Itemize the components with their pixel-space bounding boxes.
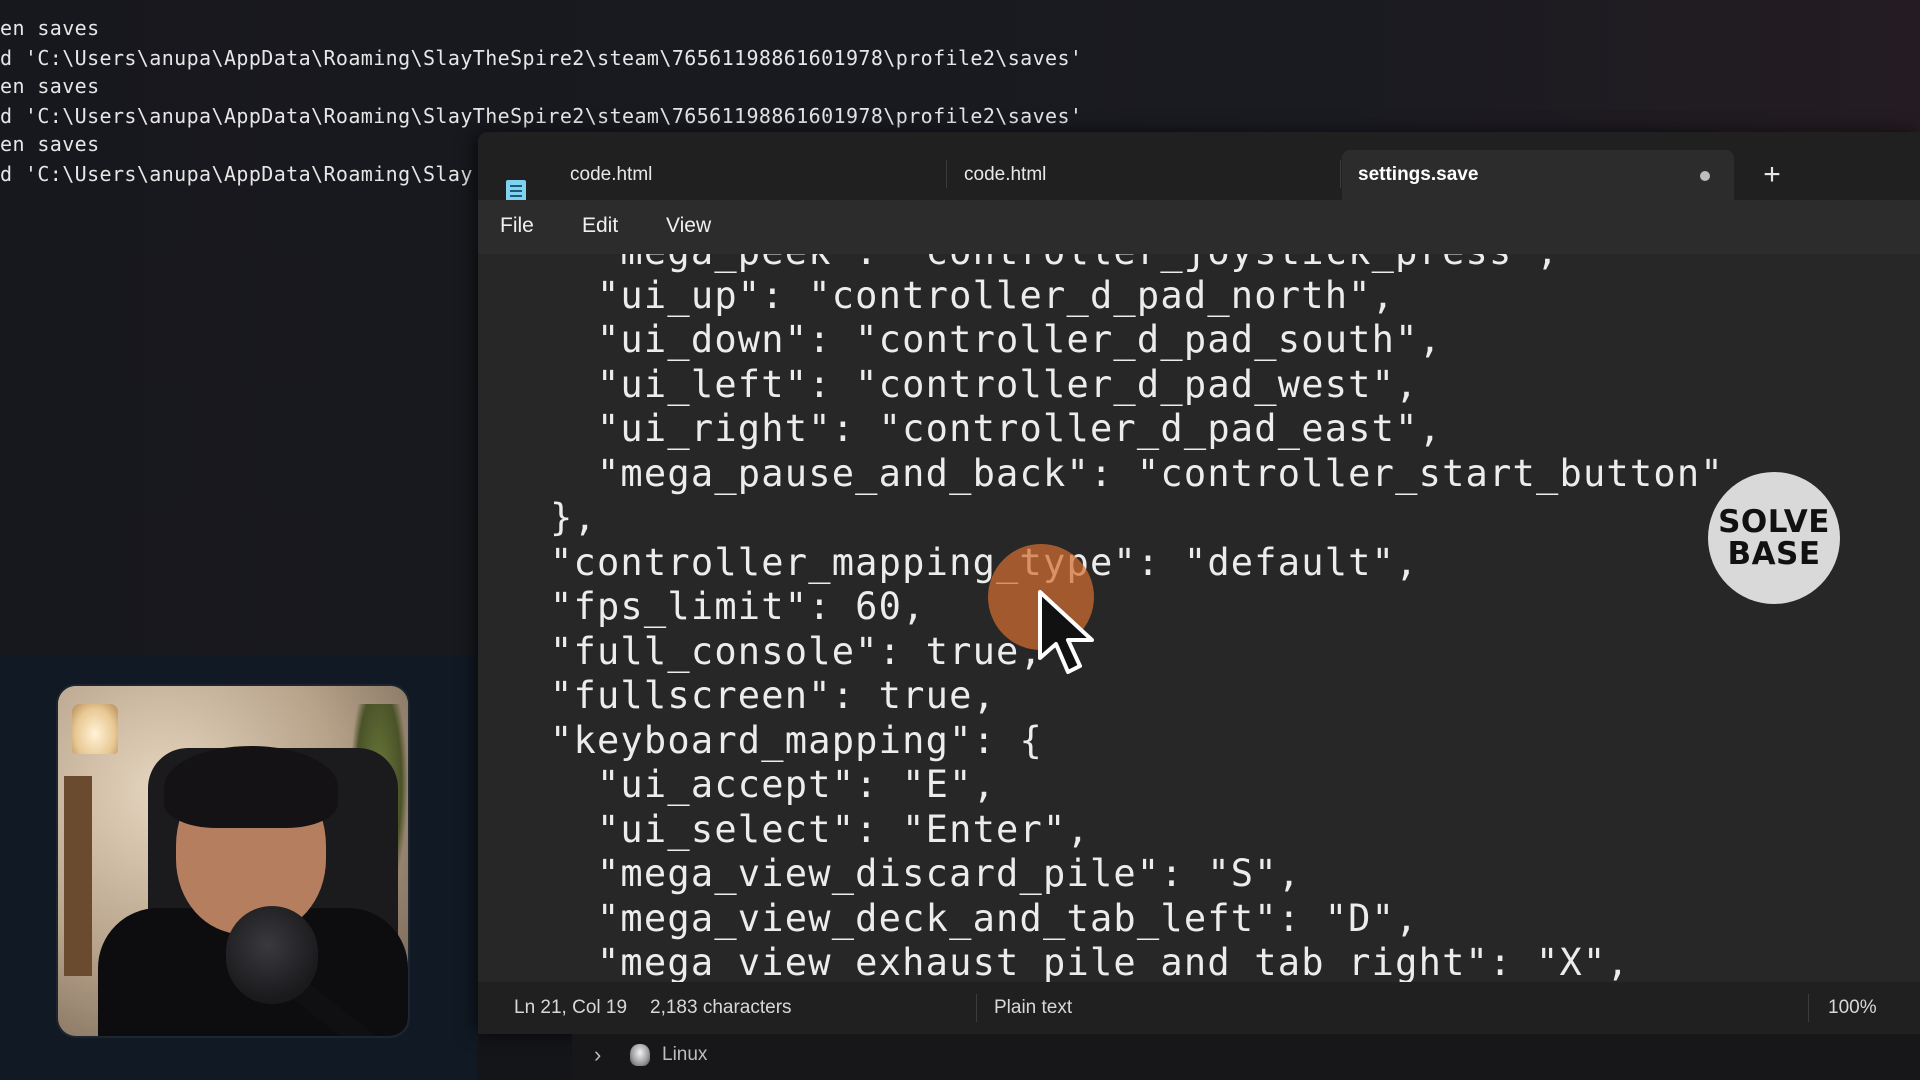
tab-code-html-2[interactable]: code.html xyxy=(948,150,1340,200)
character-count: 2,183 characters xyxy=(650,997,792,1018)
terminal-line: en saves xyxy=(0,132,100,156)
explorer-strip: › Linux xyxy=(572,1034,1920,1080)
terminal-line: d 'C:\Users\anupa\AppData\Roaming\SlayTh… xyxy=(0,46,1083,70)
status-bar: Ln 21, Col 19 2,183 characters Plain tex… xyxy=(478,982,1920,1034)
tab-label: settings.save xyxy=(1358,164,1479,185)
tab-label: code.html xyxy=(964,164,1047,185)
tab-label: code.html xyxy=(570,164,653,185)
microphone xyxy=(226,906,318,1004)
code-line: "mega_view_discard_pile": "S", xyxy=(550,852,1302,895)
tab-code-html-1[interactable]: code.html xyxy=(478,150,948,204)
code-line: "ui_left": "controller_d_pad_west", xyxy=(550,363,1419,406)
tab-settings-save[interactable]: settings.save xyxy=(1342,150,1734,200)
menu-edit[interactable]: Edit xyxy=(582,214,618,238)
mouse-pointer-icon xyxy=(1038,590,1094,674)
linux-penguin-icon xyxy=(630,1044,650,1066)
code-line: }, xyxy=(550,496,597,539)
tab-bar: code.html code.html settings.save + xyxy=(478,132,1920,204)
person-hair xyxy=(164,746,338,828)
terminal-line: d 'C:\Users\anupa\AppData\Roaming\SlayTh… xyxy=(0,104,1083,128)
code-line: "full_console": true, xyxy=(550,630,1043,673)
menu-bar: File Edit View xyxy=(478,200,1920,254)
code-line: "controller_mapping_type": "default", xyxy=(550,541,1419,584)
status-divider xyxy=(976,994,977,1022)
text-editor-area[interactable]: "mega_peek": "controller_joystick_press"… xyxy=(478,254,1920,982)
code-line: "mega_view_exhaust_pile_and_tab_right": … xyxy=(550,941,1630,982)
code-line: "fps_limit": 60, xyxy=(550,585,926,628)
logo-line-2: BASE xyxy=(1727,536,1821,572)
logo-line-1: SOLVE xyxy=(1718,504,1830,540)
terminal-line: en saves xyxy=(0,16,100,40)
terminal-line: d 'C:\Users\anupa\AppData\Roaming\Slay xyxy=(0,162,473,186)
lamp-shade xyxy=(72,704,118,754)
notepad-window: code.html code.html settings.save + File… xyxy=(478,132,1920,1034)
code-line: "keyboard_mapping": { xyxy=(550,719,1043,762)
tab-divider xyxy=(1340,160,1341,188)
webcam-overlay xyxy=(58,686,408,1036)
code-line: "fullscreen": true, xyxy=(550,674,997,717)
code-line: "ui_up": "controller_d_pad_north", xyxy=(550,274,1396,317)
cursor-position: Ln 21, Col 19 xyxy=(514,997,628,1018)
unsaved-dot-icon[interactable] xyxy=(1700,171,1710,181)
terminal-line: en saves xyxy=(0,74,100,98)
status-divider xyxy=(1808,994,1809,1022)
code-line: "ui_accept": "E", xyxy=(550,763,997,806)
zoom-level[interactable]: 100% xyxy=(1828,997,1877,1019)
code-line: "ui_down": "controller_d_pad_south", xyxy=(550,318,1443,361)
code-line: "mega_peek": "controller_joystick_press"… xyxy=(550,254,1559,273)
code-line: "ui_right": "controller_d_pad_east", xyxy=(550,407,1443,450)
menu-view[interactable]: View xyxy=(666,214,711,238)
code-line: "ui_select": "Enter", xyxy=(550,808,1090,851)
file-type[interactable]: Plain text xyxy=(994,997,1072,1019)
code-line: "mega_pause_and_back": "controller_start… xyxy=(550,452,1724,495)
linux-folder-label[interactable]: Linux xyxy=(662,1044,707,1066)
code-line: "mega_view_deck_and_tab_left": "D", xyxy=(550,897,1419,940)
new-tab-button[interactable]: + xyxy=(1754,158,1790,194)
shelf xyxy=(64,776,92,976)
solvebase-logo: SOLVE BASE xyxy=(1708,472,1840,604)
chevron-right-icon[interactable]: › xyxy=(594,1042,601,1068)
tab-divider xyxy=(946,160,947,188)
menu-file[interactable]: File xyxy=(500,214,534,238)
